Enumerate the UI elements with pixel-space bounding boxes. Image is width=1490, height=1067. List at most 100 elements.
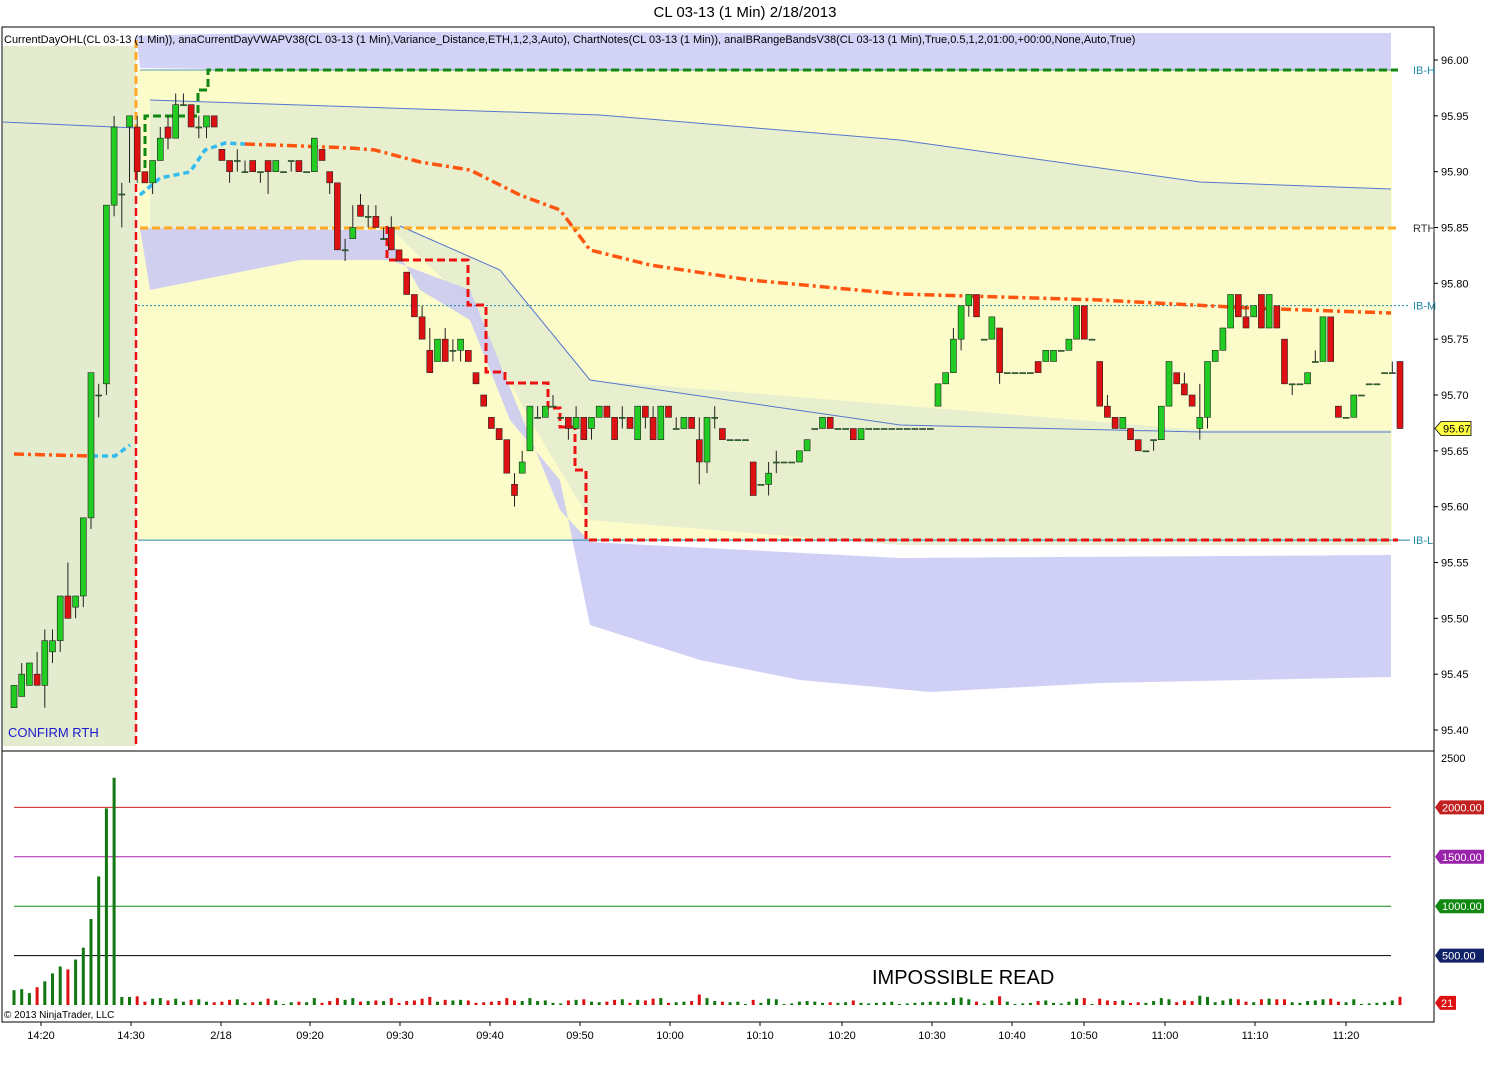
chart-canvas[interactable]: 2000.00 1500.00 1000.00 500.00 21 96.00 95.95…	[0, 0, 1490, 1067]
candle-down	[665, 405, 672, 418]
candle-down	[1104, 405, 1111, 418]
candle-down	[418, 316, 426, 340]
candle-up	[110, 126, 118, 206]
candle-up	[341, 249, 349, 252]
impossible-read-annotation: IMPOSSIBLE READ	[872, 967, 1054, 989]
candle-up	[780, 461, 788, 464]
candle-up	[41, 640, 49, 686]
candle-up	[880, 428, 888, 430]
candle-up	[618, 417, 626, 419]
candle-up	[803, 439, 811, 452]
candle-up	[1057, 350, 1065, 352]
candle-up	[349, 227, 357, 239]
x-tick-label: 11:20	[1333, 1030, 1360, 1042]
candle-up	[72, 595, 79, 608]
candle-up	[1003, 372, 1011, 374]
candle-down	[480, 394, 488, 407]
candle-up	[772, 461, 780, 464]
y-tick-label: 95.90	[1441, 167, 1469, 179]
candle-up	[857, 428, 865, 440]
candle-up	[1073, 305, 1080, 340]
candle-up	[303, 171, 310, 173]
candle-up	[272, 160, 280, 172]
candle-up	[873, 428, 880, 430]
candle-down	[441, 338, 449, 362]
x-tick-label: 09:40	[476, 1030, 504, 1042]
candle-up	[865, 428, 873, 430]
y-tick-label: 95.50	[1441, 613, 1469, 625]
candle-up	[680, 417, 688, 429]
volume-level-label: 1000.00	[1442, 901, 1482, 913]
candle-down	[1173, 372, 1180, 385]
candle-down	[218, 149, 226, 161]
volume-last-label: 21	[1441, 998, 1453, 1010]
candle-up	[534, 417, 541, 419]
candle-down	[411, 294, 418, 318]
x-tick-label: 09:30	[386, 1030, 414, 1042]
candle-up	[1312, 361, 1319, 363]
candle-up	[572, 417, 580, 429]
candle-up	[457, 338, 464, 351]
candle-up	[1065, 338, 1073, 351]
candle-up	[172, 104, 179, 139]
y-tick-label: 96.00	[1441, 55, 1469, 67]
candle-up	[549, 405, 557, 408]
candle-down	[649, 417, 657, 440]
candle-up	[95, 394, 102, 397]
x-tick-label: 14:30	[117, 1030, 145, 1042]
volume-panel[interactable]	[1, 750, 1435, 1023]
y-tick-label: 95.40	[1441, 725, 1469, 737]
candle-up	[942, 372, 950, 385]
candle-up	[703, 417, 711, 463]
candle-up	[1158, 405, 1165, 440]
y-tick-label: 95.75	[1441, 334, 1469, 346]
candle-down	[719, 428, 726, 440]
candle-down	[210, 115, 218, 128]
volume-level-label: 500.00	[1442, 951, 1476, 963]
candle-down	[295, 160, 303, 172]
candle-up	[557, 417, 565, 419]
candle-down	[488, 417, 495, 429]
candle-up	[888, 428, 896, 430]
x-tick-label: 10:00	[656, 1030, 684, 1042]
x-tick-label: 10:20	[828, 1030, 856, 1042]
x-tick-label: 14:20	[27, 1030, 55, 1042]
candle-up	[1250, 305, 1257, 318]
candle-up	[56, 595, 64, 641]
candle-down	[603, 405, 611, 418]
x-tick-label: 2/18	[210, 1030, 231, 1042]
candle-up	[149, 160, 156, 184]
candle-up	[819, 417, 826, 429]
candle-down	[580, 417, 588, 440]
candle-down	[1327, 316, 1334, 362]
candle-up	[742, 439, 749, 441]
y-tick-label: 95.95	[1441, 111, 1469, 123]
candle-up	[10, 685, 18, 708]
candle-up	[1296, 383, 1304, 386]
candle-up	[980, 338, 988, 341]
level-label: IB-L	[1413, 535, 1433, 547]
x-tick-label: 11:00	[1152, 1030, 1179, 1042]
candle-down	[565, 417, 572, 429]
candle-up	[1265, 294, 1273, 329]
candle-up	[934, 383, 942, 407]
x-tick-label: 10:10	[746, 1030, 774, 1042]
candle-down	[1273, 305, 1281, 329]
candle-up	[203, 115, 210, 128]
candle-up	[796, 450, 803, 463]
candle-up	[380, 238, 387, 240]
candle-up	[1150, 439, 1157, 441]
candle-up	[434, 338, 441, 362]
candle-up	[287, 160, 295, 162]
candle-up	[588, 417, 595, 429]
candle-up	[1219, 327, 1227, 351]
level-label: IB-H	[1413, 65, 1435, 77]
candle-up	[634, 405, 642, 440]
candle-up	[180, 104, 187, 106]
candle-down	[1335, 405, 1342, 418]
candle-down	[973, 294, 980, 318]
volume-level-label: 1500.00	[1442, 852, 1482, 864]
current-price-label: 95.67	[1443, 424, 1471, 436]
candle-down	[403, 271, 411, 295]
candle-up	[1381, 372, 1388, 374]
